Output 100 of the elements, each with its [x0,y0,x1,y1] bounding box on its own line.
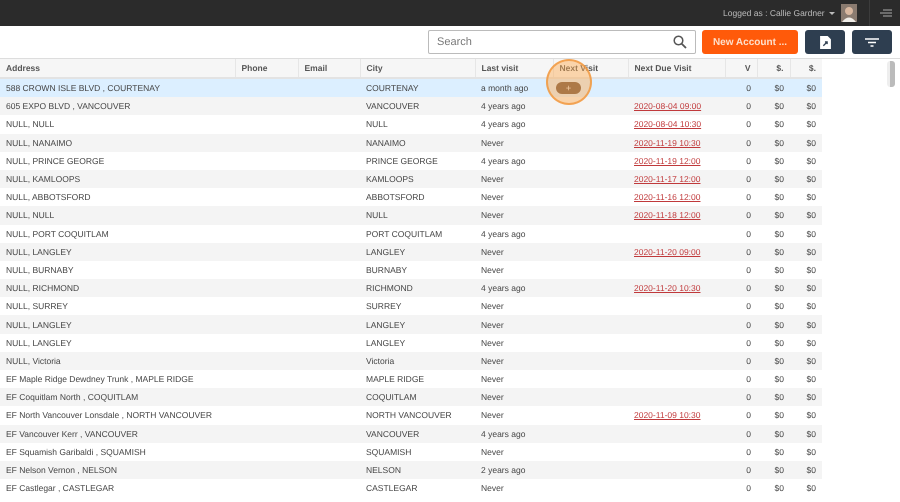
table-cell: PORT COQUITLAM [366,228,442,239]
table-cell: $0 [806,356,816,366]
table-row[interactable]: NULL, RICHMOND RICHMOND 4 years ago 2020-11-20 10:30 0 $0 $0 [0,279,822,298]
table-cell: 0 [746,228,751,239]
table-row[interactable]: EF Coquitlam North , COQUITLAM COQUITLAM Never 0 $0 $0 [0,388,822,406]
table-cell: $0 [806,119,816,130]
due-date-link[interactable]: 2020-08-04 09:00 [634,101,702,112]
table-cell: Never [481,210,504,220]
column-header[interactable]: Last visit [475,59,553,78]
table-cell: 4 years ago [481,428,526,439]
due-date-link[interactable]: 2020-11-20 10:30 [634,283,700,294]
table-row[interactable]: NULL, PRINCE GEORGE PRINCE GEORGE 4 years ago 2020-11-19 12:00 0 $0 $0 [0,152,822,170]
table-row[interactable]: EF Nelson Vernon , NELSON NELSON 2 years ago 0 $0 $0 [0,460,822,480]
table-cell: 0 [746,83,751,94]
search-field[interactable]: Search [428,30,696,54]
export-button[interactable] [805,30,845,54]
table-cell: $0 [806,428,816,439]
table-row[interactable]: NULL, KAMLOOPS KAMLOOPS Never 2020-11-17 12:00 0 $0 $0 [0,170,822,188]
table-cell: Never [481,192,504,202]
table-cell: NULL, PORT COQUITLAM [6,228,109,239]
table-cell: 0 [746,119,751,130]
table-cell: $0 [806,83,816,94]
table-cell: VANCOUVER [366,428,420,439]
table-cell: $0 [774,483,784,494]
table-row[interactable]: NULL, SURREY SURREY Never 0 $0 $0 [0,297,822,316]
table-cell: SQUAMISH [366,446,412,457]
column-header[interactable]: $. [757,59,790,78]
due-date-link[interactable]: 2020-11-20 09:00 [634,246,700,257]
table-row[interactable]: NULL, BURNABY BURNABY Never 0 $0 $0 [0,260,822,280]
filter-button[interactable] [852,30,892,54]
due-date-link[interactable]: 2020-11-17 12:00 [634,174,700,184]
table-cell: $0 [774,465,784,476]
table-cell: $0 [774,320,784,330]
due-date-link[interactable]: 2020-11-19 12:00 [634,156,700,166]
table-cell: $0 [774,138,784,148]
table-row[interactable]: NULL, ABBOTSFORD ABBOTSFORD Never 2020-11-16 12:00 0 $0 $0 [0,188,822,206]
table-cell: 0 [746,410,751,420]
table-cell: SURREY [366,301,402,312]
menu-icon[interactable] [880,9,892,17]
table-cell: KAMLOOPS [366,174,414,184]
table-cell: $0 [806,101,816,112]
table-cell: BURNABY [366,264,408,275]
column-header[interactable]: Email [298,59,360,78]
table-cell: NULL [366,210,388,220]
table-row[interactable]: NULL, LANGLEY LANGLEY Never 2020-11-20 09:00 0 $0 $0 [0,242,822,261]
table-cell: 4 years ago [481,283,526,294]
due-date-link[interactable]: 2020-08-04 10:30 [634,119,702,130]
table-cell: a month ago [481,83,528,94]
due-date-link[interactable]: 2020-11-16 12:00 [634,192,700,202]
avatar[interactable] [841,4,857,22]
table-cell: $0 [774,228,784,239]
table-cell: $0 [774,210,784,220]
table-cell: CASTLEGAR [366,483,418,494]
table-cell: 0 [746,156,751,166]
table-cell: Never [481,410,504,420]
table-row[interactable]: NULL, LANGLEY LANGLEY Never 0 $0 $0 [0,315,822,334]
table-cell: Never [481,246,504,257]
table-row[interactable]: EF Squamish Garibaldi , SQUAMISH SQUAMISH Never 0 $0 $0 [0,442,822,461]
table-cell: VANCOUVER [366,101,420,112]
table-cell: $0 [774,174,784,184]
table-row[interactable]: NULL, LANGLEY LANGLEY Never 0 $0 $0 [0,334,822,352]
column-header[interactable]: Next Due Visit [628,59,725,78]
table-cell: NULL, NANAIMO [6,138,72,148]
table-cell: EF Squamish Garibaldi , SQUAMISH [6,446,146,457]
table-row[interactable]: EF Vancouver Kerr , VANCOUVER VANCOUVER 4 years ago 0 $0 $0 [0,424,822,443]
table-cell: NULL [366,119,388,130]
table-row[interactable]: 605 EXPO BLVD , VANCOUVER VANCOUVER 4 years ago 2020-08-04 09:00 0 $0 $0 [0,97,822,116]
table-cell: $0 [774,119,784,130]
table-cell: Never [481,392,504,402]
table-cell: $0 [806,301,816,312]
table-cell: 4 years ago [481,101,526,112]
table-cell: $0 [806,320,816,330]
scrollbar-thumb[interactable] [887,61,895,87]
table-row[interactable]: NULL, Victoria Victoria Never 0 $0 $0 [0,352,822,370]
table-cell: EF Vancouver Kerr , VANCOUVER [6,428,138,439]
column-header[interactable]: V [725,59,757,78]
search-icon[interactable] [673,35,687,49]
table-cell: $0 [806,446,816,457]
due-date-link[interactable]: 2020-11-18 12:00 [634,210,700,220]
table-cell: $0 [774,83,784,94]
column-header[interactable]: $. [790,59,822,78]
table-cell: NULL, RICHMOND [6,283,80,294]
table-cell: 0 [746,483,751,494]
table-row[interactable]: EF Maple Ridge Dewdney Trunk , MAPLE RIDGE MAPLE RIDGE Never 0 $0 $0 [0,370,822,388]
user-menu[interactable]: Logged as : Callie Gardner [723,8,835,18]
column-header[interactable]: City [360,59,475,78]
table-cell: $0 [774,374,784,384]
due-date-link[interactable]: 2020-11-19 10:30 [634,138,700,148]
table-row[interactable]: NULL, NANAIMO NANAIMO Never 2020-11-19 10:30 0 $0 $0 [0,134,822,152]
table-cell: $0 [806,283,816,294]
column-header[interactable]: Address [0,59,235,78]
table-cell: NULL, LANGLEY [6,338,72,348]
due-date-link[interactable]: 2020-11-09 10:30 [634,410,700,420]
table-row[interactable]: NULL, NULL NULL Never 2020-11-18 12:00 0 $0 $0 [0,206,822,224]
table-cell: NULL, LANGLEY [6,246,72,257]
table-cell: $0 [806,156,816,166]
column-header[interactable]: Phone [235,59,298,78]
table-cell: EF Nelson Vernon , NELSON [6,465,118,476]
table-cell: NULL, NULL [6,210,54,220]
table-cell: EF Maple Ridge Dewdney Trunk , MAPLE RIDGE [6,374,194,384]
